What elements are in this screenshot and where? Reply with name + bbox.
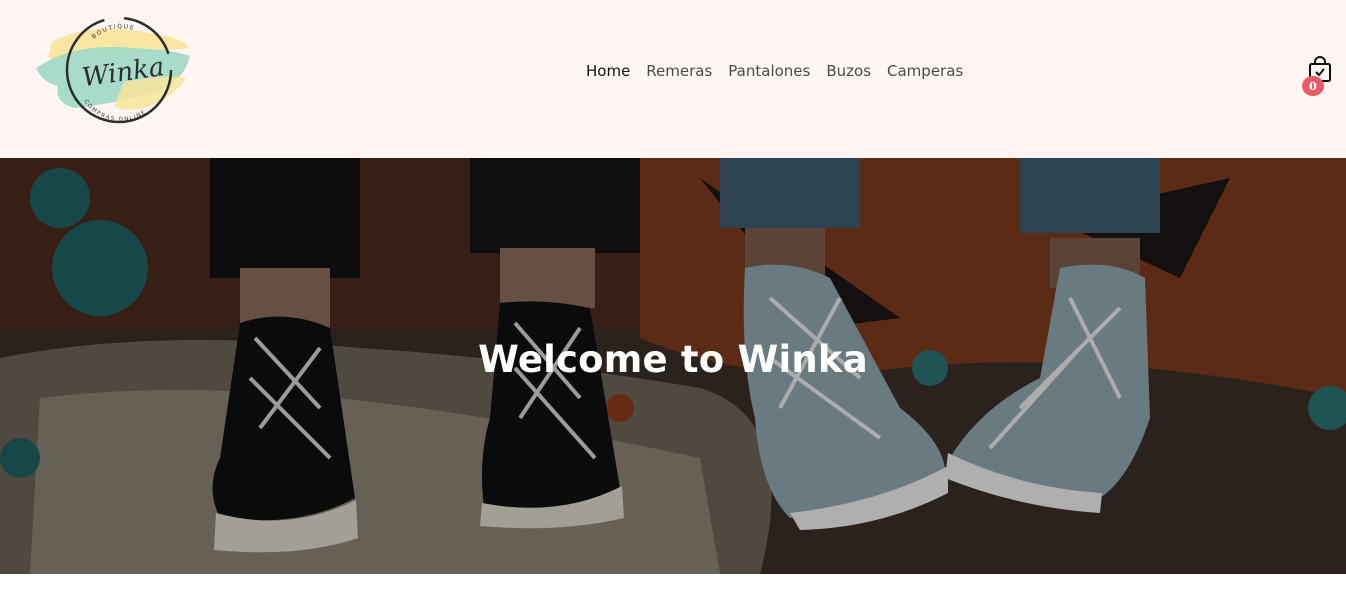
nav-item-buzos[interactable]: Buzos [826,62,871,80]
cart-button[interactable]: 0 [1302,54,1336,98]
nav-item-pantalones[interactable]: Pantalones [728,62,810,80]
cart-count-badge: 0 [1302,76,1324,96]
hero-banner: Welcome to Winka [0,158,1346,574]
logo-image: BOUTIQUE COMPRAS ONLINE Winka [36,16,190,124]
nav-item-remeras[interactable]: Remeras [646,62,712,80]
site-header: BOUTIQUE COMPRAS ONLINE Winka Home Remer… [0,0,1346,158]
hero-title: Welcome to Winka [478,338,868,381]
brand-logo[interactable]: BOUTIQUE COMPRAS ONLINE Winka [34,12,194,128]
nav-item-camperas[interactable]: Camperas [887,62,963,80]
nav-item-home[interactable]: Home [586,62,630,80]
main-nav: Home Remeras Pantalones Buzos Camperas [586,62,963,80]
